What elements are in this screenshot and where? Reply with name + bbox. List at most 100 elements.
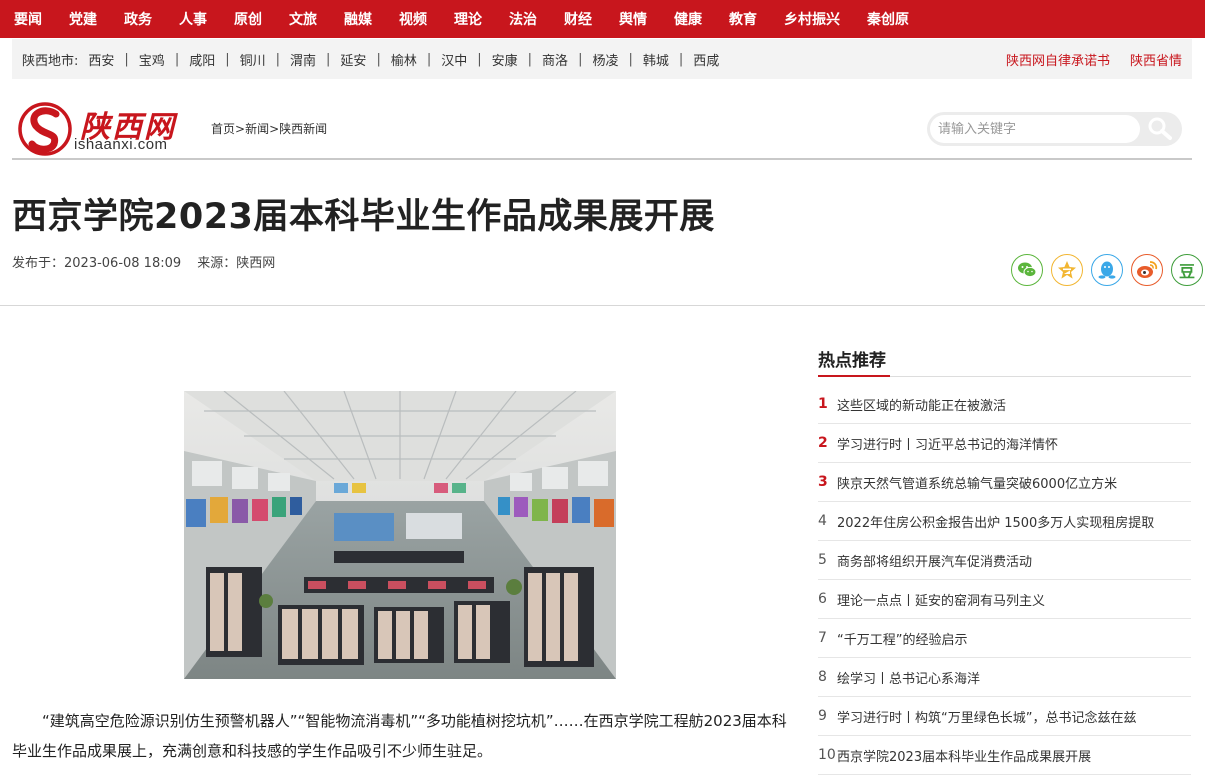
- hot-list-item[interactable]: 8 绘学习丨总书记心系海洋: [818, 658, 1191, 697]
- region-separator: |: [326, 51, 331, 67]
- breadcrumb-home[interactable]: 首页: [211, 122, 235, 136]
- hot-list-item[interactable]: 7 “千万工程”的经验启示: [818, 619, 1191, 658]
- hot-item-title: “千万工程”的经验启示: [837, 632, 968, 648]
- nav-item[interactable]: 健康: [674, 9, 702, 29]
- hot-list: 1 这些区域的新动能正在被激活 2 学习进行时丨习近平总书记的海洋情怀 3 陕京天然气管道…: [818, 385, 1191, 775]
- nav-item[interactable]: 舆情: [619, 9, 647, 29]
- region-separator: |: [225, 51, 230, 67]
- hot-item-title: 绘学习丨总书记心系海洋: [837, 671, 981, 687]
- nav-item[interactable]: 党建: [69, 9, 97, 29]
- hot-list-item[interactable]: 10 西京学院2023届本科毕业生作品成果展开展: [818, 736, 1191, 775]
- publish-time: 发布于：2023-06-08 18:09: [12, 256, 182, 271]
- nav-item[interactable]: 要闻: [14, 9, 42, 29]
- region-separator: |: [678, 51, 684, 67]
- hot-list-item[interactable]: 6 理论一点点丨延安的窑洞有马列主义: [818, 580, 1191, 619]
- nav-item[interactable]: 秦创原: [867, 9, 909, 29]
- region-link[interactable]: 渭南: [290, 50, 316, 69]
- nav-item[interactable]: 法治: [509, 9, 537, 29]
- nav-item[interactable]: 教育: [729, 9, 757, 29]
- region-separator: |: [426, 51, 432, 67]
- nav-item[interactable]: 乡村振兴: [784, 9, 840, 29]
- hot-rank: 9: [818, 708, 827, 724]
- article-source: 来源：陕西网: [197, 256, 276, 271]
- region-link[interactable]: 韩城: [643, 50, 669, 69]
- logo-domain: ishaanxi.com: [74, 136, 168, 153]
- region-separator: |: [578, 51, 583, 67]
- self-discipline-link[interactable]: 陕西网自律承诺书: [1006, 50, 1110, 69]
- hot-item-title: 学习进行时丨习近平总书记的海洋情怀: [837, 437, 1059, 453]
- article-photo: [184, 391, 616, 679]
- region-separator: |: [124, 51, 129, 67]
- share-douban-button[interactable]: 豆: [1171, 254, 1203, 286]
- nav-item[interactable]: 财经: [564, 9, 592, 29]
- hot-item-title: 2022年住房公积金报告出炉 1500多万人实现租房提取: [837, 515, 1155, 531]
- douban-icon: 豆: [1178, 262, 1195, 281]
- hot-list-item[interactable]: 3 陕京天然气管道系统总输气量突破6000亿立方米: [818, 463, 1191, 502]
- hot-list-item[interactable]: 5 商务部将组织开展汽车促消费活动: [818, 541, 1191, 580]
- region-link[interactable]: 安康: [492, 50, 518, 69]
- hot-list-item[interactable]: 1 这些区域的新动能正在被激活: [818, 385, 1191, 424]
- breadcrumb-separator: >: [269, 122, 280, 136]
- hot-list-item[interactable]: 9 学习进行时丨构筑“万里绿色长城”，总书记念兹在兹: [818, 697, 1191, 736]
- hot-item-title: 西京学院2023届本科毕业生作品成果展开展: [837, 749, 1092, 765]
- region-link[interactable]: 西咸: [693, 50, 719, 69]
- article-meta: 发布于：2023-06-08 18:09 来源：陕西网: [12, 252, 287, 271]
- region-separator: |: [376, 51, 381, 67]
- nav-item[interactable]: 视频: [399, 9, 427, 29]
- region-separator: |: [628, 51, 633, 67]
- region-link[interactable]: 杨凌: [592, 50, 618, 69]
- wechat-icon: [1018, 262, 1037, 278]
- title-divider: [0, 305, 1205, 306]
- share-weibo-button[interactable]: [1131, 254, 1163, 286]
- share-qq-button[interactable]: [1091, 254, 1123, 286]
- region-separator: |: [275, 51, 281, 67]
- article-paragraph: “建筑高空危险源识别仿生预警机器人”“智能物流消毒机”“多功能植树挖坑机”……在…: [12, 712, 787, 760]
- region-link[interactable]: 宝鸡: [139, 50, 165, 69]
- nav-item[interactable]: 原创: [234, 9, 262, 29]
- top-nav: 要闻 党建 政务 人事 原创 文旅 融媒 视频 理论 法治 财经 舆情 健康 教育 乡村振兴 秦创原: [0, 0, 1205, 38]
- top-nav-list: 要闻 党建 政务 人事 原创 文旅 融媒 视频 理论 法治 财经 舆情 健康 教育 乡村振兴 秦创原: [14, 0, 936, 38]
- hot-section-title: 热点推荐: [818, 351, 886, 371]
- qq-icon: [1098, 261, 1116, 279]
- region-link[interactable]: 商洛: [542, 50, 568, 69]
- hot-rank: 6: [818, 591, 827, 607]
- breadcrumb-news[interactable]: 新闻: [245, 122, 269, 136]
- hot-divider-accent: [818, 375, 890, 377]
- hot-rank: 8: [818, 669, 827, 685]
- share-wechat-button[interactable]: [1011, 254, 1043, 286]
- region-link[interactable]: 西安: [88, 50, 114, 69]
- region-separator: |: [527, 51, 533, 67]
- region-link[interactable]: 铜川: [240, 50, 266, 69]
- search-button[interactable]: [1143, 115, 1177, 143]
- hot-item-title: 这些区域的新动能正在被激活: [837, 398, 1007, 414]
- region-list: 西安 | 宝鸡 | 咸阳 | 铜川 | 渭南 | 延安 | 榆林 | 汉中 | 安康 | 商洛 | 杨凌 | 韩城 | 西咸: [88, 50, 719, 69]
- region-link[interactable]: 延安: [340, 50, 366, 69]
- logo-mark-icon: [18, 102, 72, 156]
- nav-item[interactable]: 理论: [454, 9, 482, 29]
- nav-item[interactable]: 政务: [124, 9, 152, 29]
- region-link[interactable]: 咸阳: [189, 50, 215, 69]
- article-title: 西京学院2023届本科毕业生作品成果展开展: [12, 197, 715, 237]
- hot-item-title: 理论一点点丨延安的窑洞有马列主义: [837, 593, 1046, 609]
- search-input[interactable]: [930, 115, 1140, 143]
- hot-rank: 10: [818, 747, 836, 763]
- hot-rank: 2: [818, 435, 828, 451]
- nav-item[interactable]: 文旅: [289, 9, 317, 29]
- qzone-icon: [1058, 261, 1076, 279]
- region-bar: 陕西地市: 西安 | 宝鸡 | 咸阳 | 铜川 | 渭南 | 延安 | 榆林 | 汉中 | 安康 | 商洛 | 杨凌 | 韩…: [12, 39, 1192, 79]
- hot-rank: 7: [818, 630, 827, 646]
- hot-list-item[interactable]: 2 学习进行时丨习近平总书记的海洋情怀: [818, 424, 1191, 463]
- breadcrumb-section[interactable]: 陕西新闻: [279, 122, 327, 136]
- region-link[interactable]: 榆林: [391, 50, 417, 69]
- hot-list-item[interactable]: 4 2022年住房公积金报告出炉 1500多万人实现租房提取: [818, 502, 1191, 541]
- nav-item[interactable]: 融媒: [344, 9, 372, 29]
- province-info-link[interactable]: 陕西省情: [1130, 50, 1182, 69]
- region-links: 陕西网自律承诺书 陕西省情: [986, 39, 1182, 79]
- search-icon: [1148, 117, 1172, 140]
- region-link[interactable]: 汉中: [441, 50, 467, 69]
- nav-item[interactable]: 人事: [179, 9, 207, 29]
- share-qzone-button[interactable]: [1051, 254, 1083, 286]
- site-logo[interactable]: 陕西网 ishaanxi.com: [18, 100, 203, 158]
- region-separator: |: [174, 51, 180, 67]
- hot-item-title: 商务部将组织开展汽车促消费活动: [837, 554, 1033, 570]
